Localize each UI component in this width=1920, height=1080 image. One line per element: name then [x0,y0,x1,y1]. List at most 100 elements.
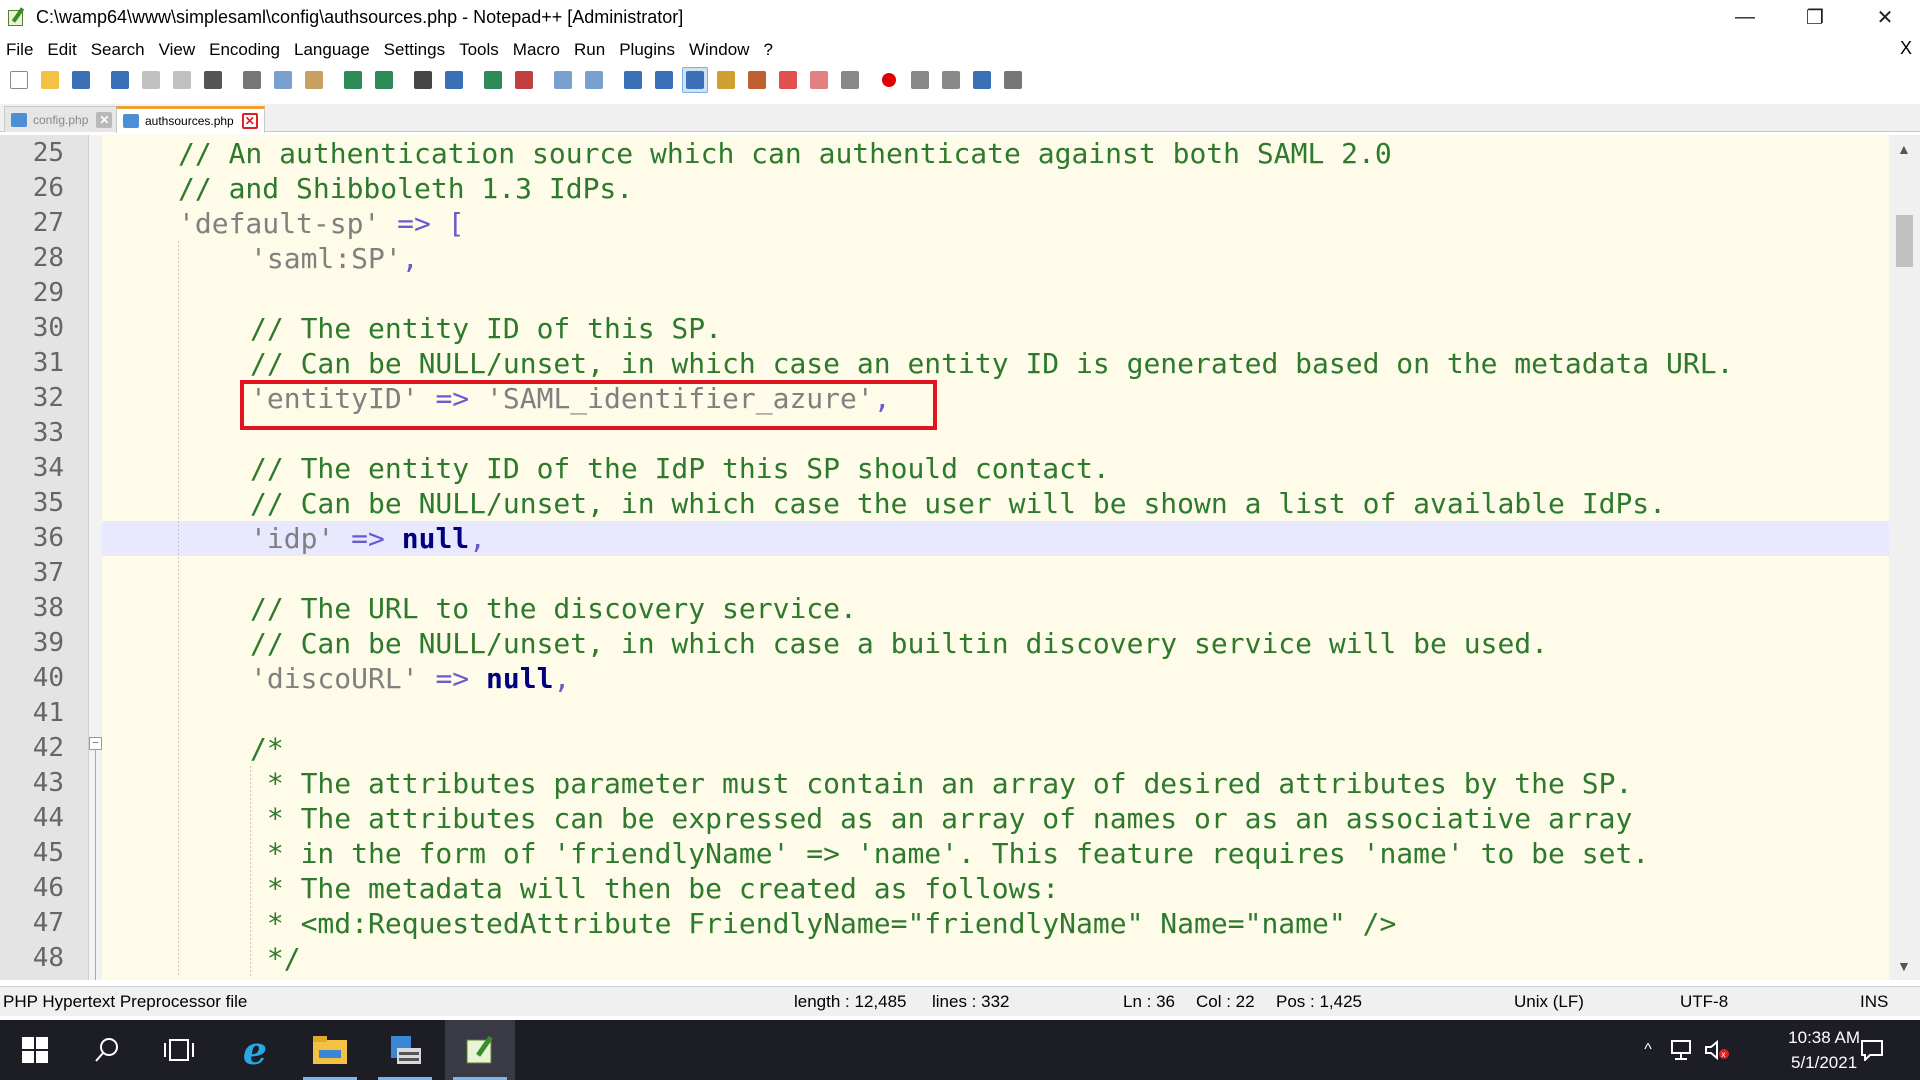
code-line[interactable]: // Can be NULL/unset, in which case the … [102,486,1889,521]
menu-edit[interactable]: Edit [41,40,82,60]
menu-plugins[interactable]: Plugins [613,40,681,60]
code-line[interactable]: // The URL to the discovery service. [102,591,1889,626]
redo-icon[interactable] [371,67,397,93]
code-line[interactable]: */ [102,941,1889,976]
copy-icon[interactable] [270,67,296,93]
function-list-icon[interactable] [775,67,801,93]
stop-macro-icon[interactable] [907,67,933,93]
code-line[interactable] [102,276,1889,311]
menu-help[interactable]: ? [757,40,778,60]
line-number[interactable]: 45 [0,836,64,871]
close-tab-icon[interactable]: ✕ [241,113,258,129]
save-icon[interactable] [68,67,94,93]
monitoring-icon[interactable] [837,67,863,93]
code-line[interactable]: // Can be NULL/unset, in which case a bu… [102,626,1889,661]
line-number[interactable]: 44 [0,801,64,836]
close-all-icon[interactable] [169,67,195,93]
line-number[interactable]: 33 [0,416,64,451]
line-number[interactable]: 38 [0,591,64,626]
line-number[interactable]: 41 [0,696,64,731]
code-line[interactable]: /* [102,731,1889,766]
line-number[interactable]: 29 [0,276,64,311]
code-line[interactable]: // The entity ID of the IdP this SP shou… [102,451,1889,486]
start-button[interactable] [0,1020,70,1080]
menu-tools[interactable]: Tools [453,40,505,60]
scroll-down-icon[interactable]: ▼ [1897,958,1911,974]
wrap-icon[interactable] [620,67,646,93]
line-number[interactable]: 26 [0,171,64,206]
line-number[interactable]: 36 [0,521,64,556]
close-window-button[interactable]: ✕ [1850,0,1920,34]
code-line[interactable]: // An authentication source which can au… [102,136,1889,171]
paste-icon[interactable] [301,67,327,93]
code-line-current[interactable]: 'idp' => null, [102,521,1889,556]
doc-map-icon[interactable] [744,67,770,93]
menu-view[interactable]: View [153,40,202,60]
sync-v-icon[interactable] [550,67,576,93]
folder-workspace-icon[interactable] [806,67,832,93]
open-file-icon[interactable] [37,67,63,93]
code-line[interactable]: * The metadata will then be created as f… [102,871,1889,906]
line-number[interactable]: 43 [0,766,64,801]
line-number[interactable]: 30 [0,311,64,346]
close-icon[interactable] [138,67,164,93]
line-number[interactable]: 37 [0,556,64,591]
line-number[interactable]: 47 [0,906,64,941]
code-line[interactable]: // and Shibboleth 1.3 IdPs. [102,171,1889,206]
line-number[interactable]: 28 [0,241,64,276]
run-macro-multiple-icon[interactable] [969,67,995,93]
cut-icon[interactable] [239,67,265,93]
line-number[interactable]: 39 [0,626,64,661]
code-line[interactable]: * <md:RequestedAttribute FriendlyName="f… [102,906,1889,941]
code-line[interactable]: 'default-sp' => [ [102,206,1889,241]
menu-settings[interactable]: Settings [378,40,451,60]
internet-explorer-button[interactable]: e [220,1020,290,1080]
indent-guide-icon[interactable] [682,67,708,93]
new-file-icon[interactable] [6,67,32,93]
zoom-out-icon[interactable] [511,67,537,93]
menu-encoding[interactable]: Encoding [203,40,286,60]
udl-icon[interactable] [713,67,739,93]
scrollbar-thumb[interactable] [1896,215,1913,267]
line-number[interactable]: 40 [0,661,64,696]
show-hidden-icons-icon[interactable]: ^ [1634,1020,1662,1080]
menu-window[interactable]: Window [683,40,755,60]
line-number[interactable]: 35 [0,486,64,521]
server-manager-button[interactable] [370,1020,440,1080]
close-document-button[interactable]: X [1900,38,1912,59]
line-number[interactable]: 31 [0,346,64,381]
print-icon[interactable] [200,67,226,93]
find-icon[interactable] [410,67,436,93]
sync-h-icon[interactable] [581,67,607,93]
code-editor[interactable]: 25 26 27 28 29 30 31 32 33 34 35 36 37 38 39 40 41 42 43 44… [0,135,1920,980]
line-number[interactable]: 32 [0,381,64,416]
code-line[interactable] [102,696,1889,731]
close-tab-icon[interactable]: ✕ [96,111,113,128]
play-macro-icon[interactable] [938,67,964,93]
code-line[interactable]: * in the form of 'friendlyName' => 'name… [102,836,1889,871]
line-number[interactable]: 48 [0,941,64,976]
code-line[interactable]: // Can be NULL/unset, in which case an e… [102,346,1889,381]
menu-run[interactable]: Run [568,40,611,60]
save-all-icon[interactable] [107,67,133,93]
menu-file[interactable]: File [0,40,39,60]
menu-language[interactable]: Language [288,40,376,60]
code-line[interactable]: 'discoURL' => null, [102,661,1889,696]
undo-icon[interactable] [340,67,366,93]
code-line[interactable]: // The entity ID of this SP. [102,311,1889,346]
line-number[interactable]: 34 [0,451,64,486]
code-line[interactable]: 'saml:SP', [102,241,1889,276]
status-encoding[interactable]: UTF-8 [1680,992,1728,1012]
zoom-in-icon[interactable] [480,67,506,93]
task-view-button[interactable] [144,1020,214,1080]
record-macro-icon[interactable] [876,67,902,93]
code-text-area[interactable]: // An authentication source which can au… [102,135,1889,980]
search-button[interactable] [72,1020,142,1080]
minimize-button[interactable]: — [1710,0,1780,34]
save-macro-icon[interactable] [1000,67,1026,93]
line-number[interactable]: 42 [0,731,64,766]
system-clock[interactable]: 10:38 AM 5/1/2021 [1788,1025,1860,1075]
line-number[interactable]: 46 [0,871,64,906]
notepad-plus-plus-taskbar-button[interactable] [445,1020,515,1080]
status-eol[interactable]: Unix (LF) [1514,992,1584,1012]
